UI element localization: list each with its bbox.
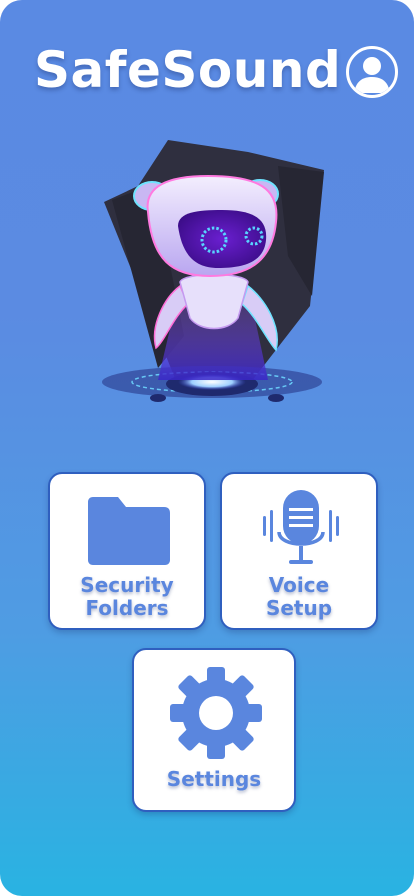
folder-icon	[88, 497, 170, 565]
robot-hologram-illustration	[102, 140, 324, 402]
settings-label: Settings	[166, 767, 262, 791]
user-circle-icon	[354, 57, 390, 93]
profile-button[interactable]	[346, 46, 398, 98]
app-screen: SafeSound Security Folders Voice Setup S…	[0, 0, 414, 896]
microphone-icon	[263, 490, 339, 564]
security-folders-button[interactable]: Security Folders	[48, 472, 206, 630]
settings-button[interactable]: Settings	[132, 648, 296, 812]
voice-setup-button[interactable]: Voice Setup	[220, 472, 378, 630]
voice-setup-label: Voice Setup	[265, 573, 333, 620]
gear-icon	[170, 667, 262, 759]
app-title: SafeSound	[34, 41, 342, 99]
security-folders-label: Security Folders	[80, 573, 174, 620]
